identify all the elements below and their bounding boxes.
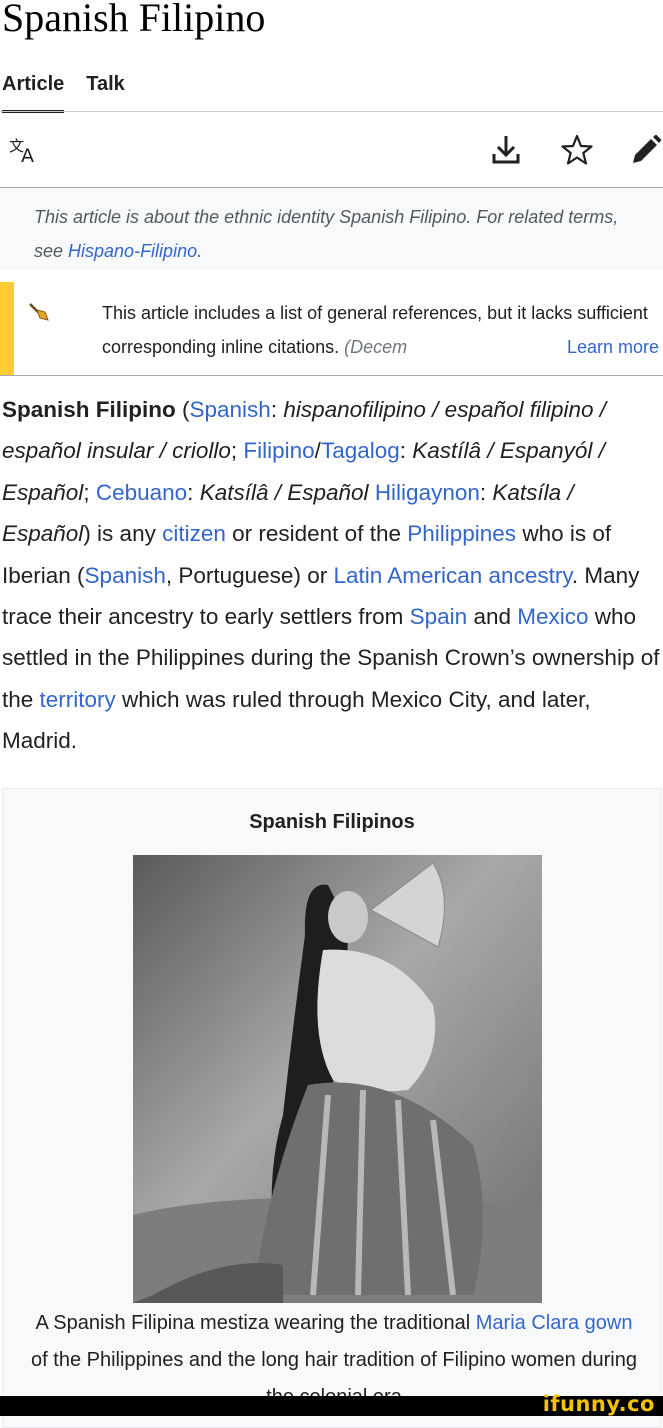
learn-more-link[interactable]: Learn more [558,330,659,364]
link-spain[interactable]: Spain [410,604,468,629]
link-territory[interactable]: territory [40,687,116,712]
lead-text: : [399,438,413,464]
tab-talk[interactable]: Talk [86,70,125,110]
infobox-title: Spanish Filipinos [249,811,415,833]
citation-notice[interactable]: This article includes a list of general … [0,282,663,376]
broom-icon [28,302,50,324]
infobox: Spanish Filipinos A Spanish Filipina mes… [2,788,662,1428]
hatnote-link[interactable]: Hispano-Filipino [68,241,197,261]
link-filipino[interactable]: Filipino [243,438,314,463]
link-spanish[interactable]: Spanish [190,397,271,422]
tab-article[interactable]: Article [2,70,65,113]
svg-text:A: A [21,145,34,165]
notice-fade [523,334,563,362]
lead-text: ( [175,397,190,422]
lead-text: ) is any [83,521,163,547]
caption-text: A Spanish Filipina mestiza wearing the t… [35,1312,476,1334]
lead-text: or resident of the [225,521,408,547]
lead-paragraph: Spanish Filipino (Spanish: hispanofilipi… [2,389,663,762]
link-citizen[interactable]: citizen [162,521,226,546]
ifunny-watermark: ifunny.co [542,1392,655,1416]
lead-term: Spanish Filipino [2,397,176,422]
lead-text: ; [83,479,96,505]
page-toolbar: 文 A [0,120,663,186]
star-icon[interactable] [559,132,595,168]
infobox-photo[interactable] [133,855,542,1303]
lead-text: : [187,479,200,505]
language-icon[interactable]: 文 A [6,132,42,168]
lead-text: : [479,479,493,505]
link-latin-american-ancestry[interactable]: Latin American ancestry [333,563,571,588]
lead-native-name: Katsílâ / Español [199,479,369,505]
link-tagalog[interactable]: Tagalog [321,438,400,463]
link-spanish-2[interactable]: Spanish [85,563,166,588]
edit-pencil-icon[interactable] [628,132,663,168]
link-cebuano[interactable]: Cebuano [96,480,187,505]
hatnote-suffix: . [197,241,203,261]
link-philippines[interactable]: Philippines [407,521,516,546]
notice-accent-bar [0,282,14,375]
page-tabs: Article Talk [2,70,125,114]
lead-text: : [270,397,284,422]
download-icon[interactable] [488,132,524,168]
tabs-divider [0,111,663,112]
lead-text: ; [230,438,244,464]
lead-text: and [467,604,518,630]
link-hiligaynon[interactable]: Hiligaynon [375,480,480,505]
lead-text: , Portuguese) or [165,562,334,588]
link-mexico[interactable]: Mexico [517,604,588,629]
link-maria-clara-gown[interactable]: Maria Clara gown [476,1312,633,1334]
page-title: Spanish Filipino [2,0,266,40]
hatnote: This article is about the ethnic identit… [0,188,663,270]
notice-date: (Decem [344,337,408,357]
